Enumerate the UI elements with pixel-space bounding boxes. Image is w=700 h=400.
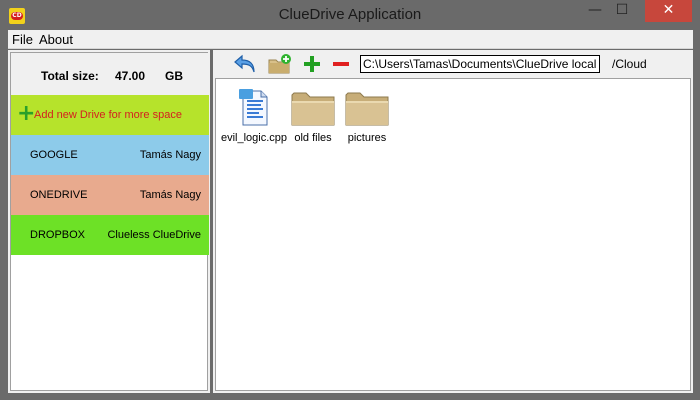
total-size: Total size: 47.00 GB bbox=[11, 53, 209, 95]
drive-owner: Tamás Nagy bbox=[139, 189, 201, 201]
drives-list: Total size: 47.00 GB + Add new Drive for… bbox=[10, 52, 209, 391]
menu-bar: File About bbox=[8, 30, 693, 49]
title-bar[interactable]: CD ClueDrive Application — ☐ ✕ bbox=[0, 0, 700, 30]
close-button[interactable]: ✕ bbox=[645, 0, 692, 22]
folder-item[interactable]: pictures bbox=[332, 85, 402, 144]
plus-icon: + bbox=[17, 101, 36, 126]
cloud-path-label: /Cloud bbox=[612, 57, 647, 71]
minimize-button[interactable]: — bbox=[582, 0, 608, 22]
total-size-label: Total size: bbox=[41, 69, 99, 83]
maximize-button[interactable]: ☐ bbox=[609, 0, 635, 22]
drive-item-onedrive[interactable]: ONEDRIVE Tamás Nagy bbox=[11, 175, 209, 215]
total-size-value: 47.00 bbox=[115, 69, 146, 83]
folder-name: pictures bbox=[347, 132, 387, 144]
drive-name: DROPBOX bbox=[30, 229, 86, 241]
drives-panel: Total size: 47.00 GB + Add new Drive for… bbox=[8, 50, 210, 393]
folder-icon bbox=[332, 85, 402, 127]
drive-owner: Tamás Nagy bbox=[139, 149, 201, 161]
files-view: evil_logic.cpp old files pictures bbox=[215, 78, 691, 391]
add-drive-label: Add new Drive for more space bbox=[34, 109, 182, 121]
menu-file[interactable]: File bbox=[12, 32, 33, 47]
new-folder-icon[interactable] bbox=[266, 52, 294, 76]
drive-name: GOOGLE bbox=[30, 149, 78, 161]
total-size-unit: GB bbox=[165, 69, 183, 83]
remove-icon[interactable] bbox=[327, 52, 355, 76]
drive-name: ONEDRIVE bbox=[30, 189, 88, 201]
app-window: CD ClueDrive Application — ☐ ✕ File Abou… bbox=[0, 0, 700, 400]
drive-item-dropbox[interactable]: DROPBOX Clueless ClueDrive bbox=[11, 215, 209, 255]
local-path-field[interactable]: C:\Users\Tamas\Documents\ClueDrive local… bbox=[360, 55, 600, 73]
drive-item-google[interactable]: GOOGLE Tamás Nagy bbox=[11, 135, 209, 175]
add-icon[interactable] bbox=[298, 52, 326, 76]
drive-owner: Clueless ClueDrive bbox=[107, 229, 201, 241]
add-drive-button[interactable]: + Add new Drive for more space bbox=[11, 95, 209, 135]
back-arrow-icon[interactable] bbox=[231, 52, 259, 76]
file-browser: C:\Users\Tamas\Documents\ClueDrive local… bbox=[213, 50, 693, 393]
toolbar: C:\Users\Tamas\Documents\ClueDrive local… bbox=[213, 50, 693, 78]
menu-about[interactable]: About bbox=[39, 32, 73, 47]
